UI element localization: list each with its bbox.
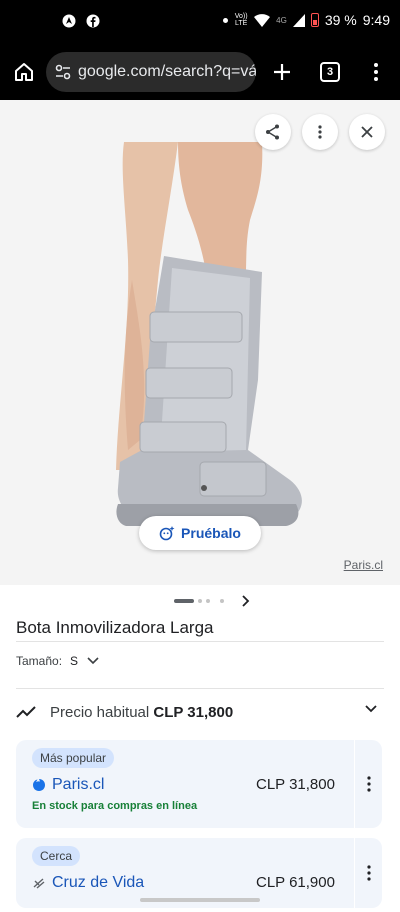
viewer-more-button[interactable] (302, 114, 338, 150)
browser-toolbar: google.com/search?q=vá 3 (0, 44, 400, 100)
product-title: Bota Inmovilizadora Larga (16, 618, 214, 637)
address-bar[interactable]: google.com/search?q=vá (46, 52, 256, 92)
offer-badge: Cerca (32, 846, 81, 866)
home-icon[interactable] (12, 60, 36, 84)
divider (16, 641, 384, 642)
facebook-icon (86, 14, 100, 28)
gesture-nav-bar[interactable] (140, 898, 260, 902)
offer-price: CLP 31,800 (256, 776, 335, 793)
try-on-icon (159, 526, 175, 541)
battery-icon (310, 13, 319, 27)
store-link[interactable]: Cruz de Vida (32, 874, 144, 892)
image-source-link[interactable]: Paris.cl (344, 558, 383, 572)
share-button[interactable] (255, 114, 291, 150)
plus-icon[interactable] (270, 60, 294, 84)
offer-price: CLP 61,900 (256, 874, 335, 891)
network-type: 4G (276, 15, 287, 25)
offer-card[interactable]: Más popular Paris.cl CLP 31,800 En stock… (16, 740, 382, 828)
divider (16, 688, 384, 689)
product-image[interactable] (0, 100, 400, 585)
more-vert-icon[interactable] (366, 60, 386, 84)
more-vert-icon (366, 865, 371, 881)
tune-icon[interactable] (54, 63, 72, 81)
try-on-button[interactable]: Pruébalo (139, 516, 261, 550)
dot-icon (223, 17, 229, 23)
image-viewer: Pruébalo Paris.cl (0, 100, 400, 585)
offer-more-button[interactable] (354, 740, 382, 828)
trend-icon (16, 706, 36, 718)
cruz-de-vida-logo-icon (33, 878, 45, 889)
size-label: Tamaño: (16, 654, 63, 668)
store-link[interactable]: Paris.cl (32, 776, 104, 794)
volte-icon: Vo)) LTE (234, 13, 248, 27)
more-vert-icon (366, 776, 371, 792)
tabs-icon[interactable]: 3 (320, 62, 340, 82)
image-pager (0, 590, 400, 612)
pager-dot-active[interactable] (174, 599, 194, 603)
try-on-label: Pruébalo (181, 525, 241, 541)
signal-icon (292, 13, 305, 27)
close-icon (361, 126, 373, 138)
chevron-right-icon[interactable] (240, 595, 250, 607)
price-history-label: Precio habitual CLP 31,800 (50, 704, 233, 721)
stock-status: En stock para compras en línea (32, 800, 198, 812)
wifi-icon (254, 13, 271, 27)
status-bar: Vo)) LTE 4G 39 % 9:49 (0, 0, 400, 44)
store-name: Cruz de Vida (52, 874, 145, 891)
url-text: google.com/search?q=vá (78, 63, 256, 80)
android-auto-icon (62, 14, 76, 28)
close-button[interactable] (349, 114, 385, 150)
pager-dot[interactable] (206, 599, 210, 603)
price-value: CLP 31,800 (153, 703, 234, 721)
clock: 9:49 (362, 12, 390, 28)
chevron-down-icon[interactable] (364, 704, 378, 714)
paris-logo-icon (33, 779, 45, 791)
price-label-text: Precio habitual (50, 703, 150, 721)
chevron-down-icon (87, 657, 99, 665)
offer-more-button[interactable] (354, 838, 382, 908)
price-history-row[interactable]: Precio habitual CLP 31,800 (16, 700, 384, 724)
more-vert-icon (318, 125, 322, 139)
battery-percent: 39 % (324, 12, 357, 28)
size-value: S (70, 654, 79, 668)
share-icon (266, 124, 279, 140)
size-selector[interactable]: Tamaño: S (16, 654, 100, 668)
tab-count: 3 (326, 66, 334, 78)
pager-dot[interactable] (198, 599, 202, 603)
store-name: Paris.cl (52, 776, 105, 793)
pager-dot[interactable] (220, 599, 224, 603)
offer-badge: Más popular (32, 748, 115, 768)
